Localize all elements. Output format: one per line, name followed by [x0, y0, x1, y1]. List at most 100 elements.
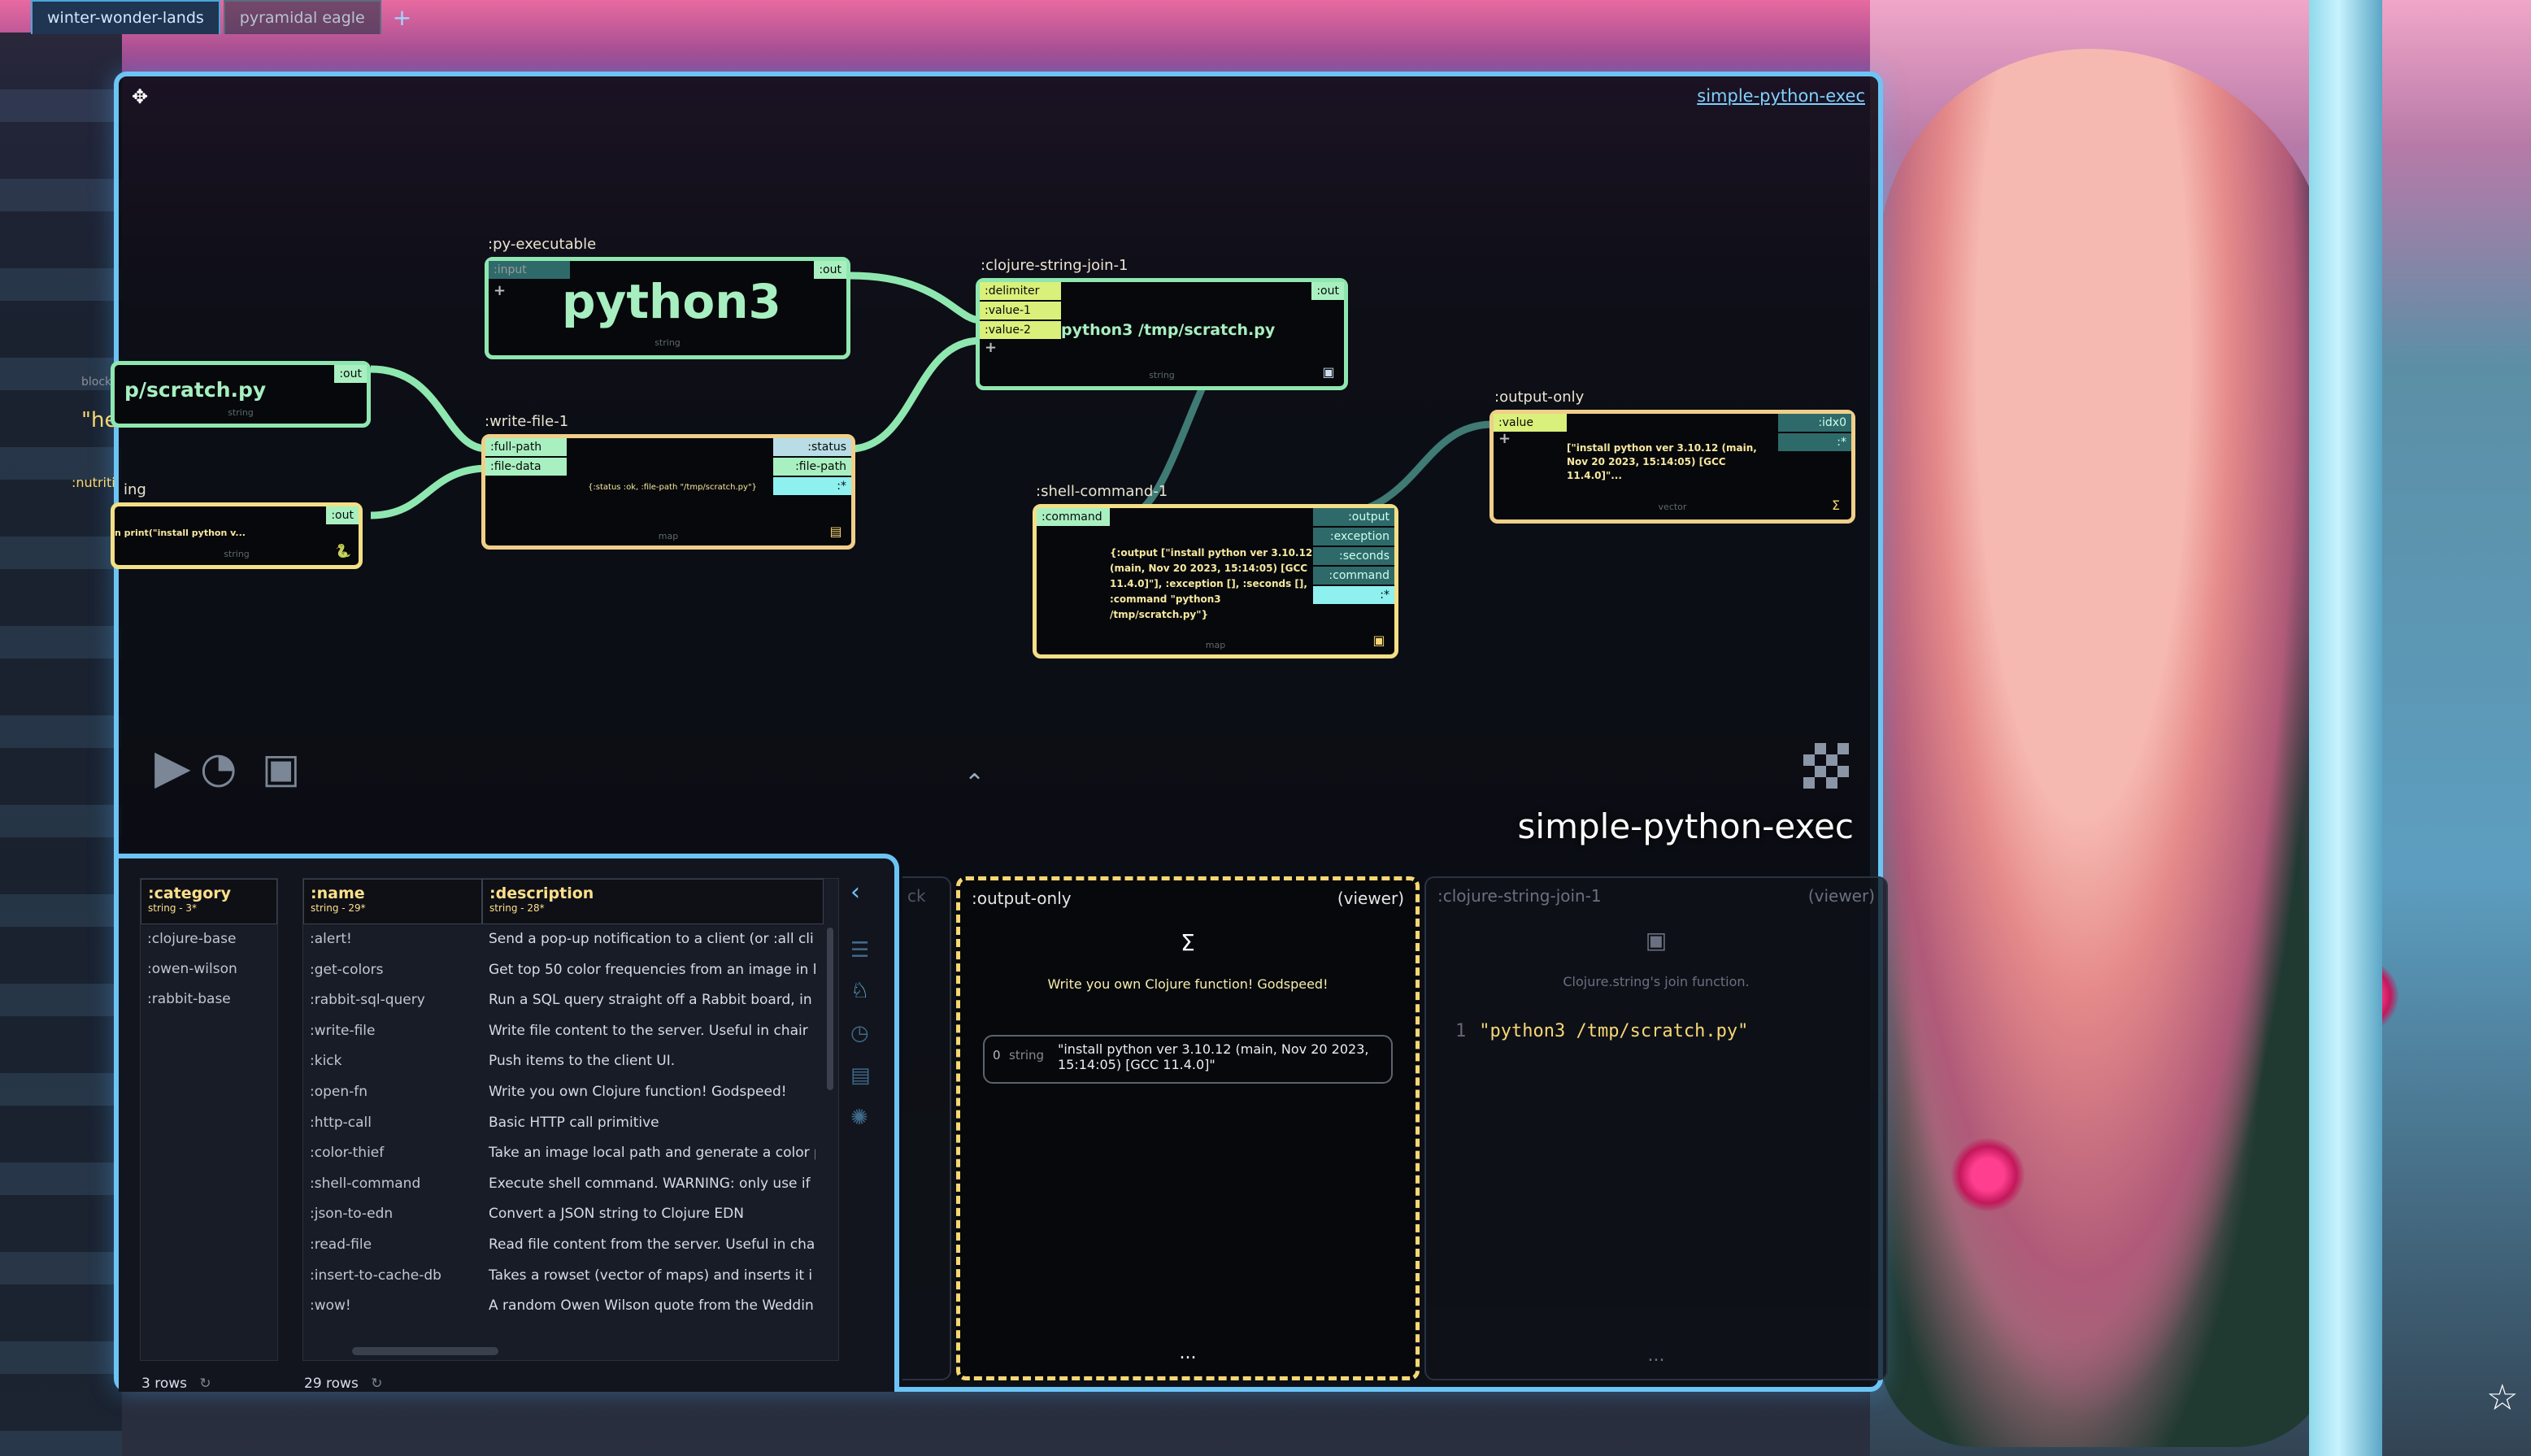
port-out[interactable]: :out — [326, 506, 359, 524]
list-icon[interactable]: ☰ — [850, 938, 869, 963]
chevron-left-icon[interactable]: ‹ — [850, 878, 860, 906]
port-out[interactable]: :output — [1313, 508, 1394, 526]
table-row-description[interactable]: Take an image local path and generate a … — [482, 1138, 815, 1168]
horizontal-scrollbar[interactable] — [352, 1347, 498, 1355]
port-in[interactable]: :value — [1494, 414, 1567, 432]
port-out[interactable]: :* — [1778, 433, 1851, 451]
port-in[interactable]: :value-1 — [980, 302, 1061, 319]
grid-icon[interactable] — [1803, 743, 1849, 789]
port-out[interactable]: :command — [1313, 567, 1394, 585]
save-icon[interactable]: ▣ — [262, 745, 300, 792]
port-in[interactable]: :delimiter — [980, 282, 1061, 300]
table-row-name[interactable]: :http-call — [303, 1108, 482, 1138]
table-header[interactable]: :name string - 29* — [303, 879, 482, 924]
table-row-description[interactable]: Execute shell command. WARNING: only use… — [482, 1169, 815, 1199]
table-row-name[interactable]: :kick — [303, 1046, 482, 1076]
table-row-description[interactable]: Write you own Clojure function! Godspeed… — [482, 1077, 815, 1107]
table-row-description[interactable]: Takes a rowset (vector of maps) and inse… — [482, 1261, 815, 1291]
terminal-icon: ▣ — [1372, 632, 1385, 648]
table-icon[interactable]: ▤ — [850, 1063, 871, 1088]
port-out[interactable]: :seconds — [1313, 547, 1394, 565]
port-out[interactable]: :out — [1311, 282, 1344, 300]
port-in[interactable]: :command — [1037, 508, 1110, 526]
table-row-name[interactable]: :alert! — [303, 924, 482, 954]
port-in[interactable]: :input — [489, 261, 570, 279]
vertical-scrollbar[interactable] — [827, 928, 833, 1090]
chevron-up-icon[interactable]: ⌃ — [964, 769, 985, 798]
node-scratch[interactable]: :out p/scratch.py string — [111, 361, 371, 428]
clock-icon[interactable]: ◷ — [850, 1021, 869, 1045]
port-out[interactable]: :status — [773, 438, 851, 456]
table-row-description[interactable]: Convert a JSON string to Clojure EDN — [482, 1199, 815, 1229]
node-nutrit[interactable]: :out n print("install python v... string… — [111, 502, 363, 569]
table-row-name[interactable]: :shell-command — [303, 1169, 482, 1199]
play-icon[interactable]: ▶ — [154, 743, 191, 790]
viewer-more[interactable]: ... — [1426, 1345, 1886, 1366]
table-row-name[interactable]: :insert-to-cache-db — [303, 1261, 482, 1291]
table-header[interactable]: :category string - 3* — [141, 879, 277, 924]
port-in[interactable]: :value-2 — [980, 321, 1061, 339]
table-row-description[interactable]: Get top 50 color frequencies from an ima… — [482, 955, 815, 985]
node-shell-command[interactable]: :command :output :exception :seconds :co… — [1033, 504, 1398, 658]
table-row-name[interactable]: :get-colors — [303, 955, 482, 985]
node-output-only[interactable]: :value :idx0 :* + ["install python ver 3… — [1489, 410, 1855, 524]
ghost-label: :nutriti — [72, 475, 115, 490]
port-out[interactable]: :file-path — [773, 458, 851, 476]
viewer-clojure-string-join[interactable]: :clojure-string-join-1 (viewer) ▣ Clojur… — [1424, 876, 1888, 1380]
port-out[interactable]: :out — [814, 261, 846, 279]
add-tab-button[interactable]: + — [385, 0, 420, 34]
tab-winter-wonder-lands[interactable]: winter-wonder-lands — [31, 0, 220, 34]
add-port-button[interactable]: + — [1498, 432, 1511, 446]
table-row-name[interactable]: :open-fn — [303, 1077, 482, 1107]
table-row-description[interactable]: Write file content to the server. Useful… — [482, 1016, 815, 1046]
table-row-description[interactable]: Basic HTTP call primitive — [482, 1108, 815, 1138]
rabbit-icon[interactable]: ♘ — [850, 979, 869, 1003]
node-write-file[interactable]: :full-path :file-data :status :file-path… — [481, 434, 855, 550]
table-row[interactable]: :owen-wilson — [141, 954, 277, 984]
node-value: n print("install python v... — [115, 528, 246, 538]
table-row-description[interactable]: Run a SQL query straight off a Rabbit bo… — [482, 985, 815, 1015]
table-row-name[interactable]: :write-file — [303, 1016, 482, 1046]
node-label: :write-file-1 — [485, 413, 569, 430]
table-row-description[interactable]: Send a pop-up notification to a client (… — [482, 924, 815, 954]
flow-canvas[interactable]: block- "he :nutriti ing :out p/scratch.p… — [72, 76, 1878, 849]
viewer-more[interactable]: ... — [960, 1343, 1416, 1363]
refresh-icon[interactable]: ↻ — [199, 1376, 211, 1392]
add-port-button[interactable]: + — [985, 341, 997, 355]
table-row-description[interactable]: Read file content from the server. Usefu… — [482, 1230, 815, 1260]
node-value: python3 /tmp/scratch.py — [1061, 321, 1276, 339]
bug-icon[interactable]: ✺ — [850, 1106, 868, 1130]
table-row[interactable]: :clojure-base — [141, 924, 277, 954]
viewer-value-box[interactable]: 0 string "install python ver 3.10.12 (ma… — [983, 1035, 1393, 1084]
add-port-button[interactable]: + — [494, 284, 506, 298]
table-row-name[interactable]: :wow! — [303, 1291, 482, 1321]
wire-nutrit-to-write-file — [370, 464, 489, 519]
history-icon[interactable]: ◔ — [200, 745, 237, 792]
port-out[interactable]: :idx0 — [1778, 414, 1851, 432]
table-row[interactable]: :rabbit-base — [141, 984, 277, 1015]
file-icon: ▣ — [1645, 927, 1668, 954]
table-row-description[interactable]: A random Owen Wilson quote from the Wedd… — [482, 1291, 815, 1321]
viewer-output-only[interactable]: :output-only (viewer) Σ Write you own Cl… — [956, 876, 1420, 1380]
table-row-name[interactable]: :rabbit-sql-query — [303, 985, 482, 1015]
node-clojure-string-join[interactable]: :delimiter :value-1 :value-2 :out + pyth… — [976, 278, 1348, 390]
node-value: {:status :ok, :file-path "/tmp/scratch.p… — [588, 483, 757, 492]
node-py-executable[interactable]: :input :out + python3 string — [485, 257, 850, 359]
table-row-name[interactable]: :json-to-edn — [303, 1199, 482, 1229]
star-icon[interactable]: ☆ — [2486, 1377, 2518, 1419]
port-out[interactable]: :* — [1313, 586, 1394, 604]
port-in[interactable]: :full-path — [485, 438, 567, 456]
port-in[interactable]: :file-data — [485, 458, 567, 476]
tab-pyramidal-eagle[interactable]: pyramidal eagle — [223, 0, 381, 34]
table-header[interactable]: :description string - 28* — [482, 879, 824, 924]
port-out[interactable]: :* — [773, 477, 851, 495]
node-type: vector — [1658, 502, 1687, 512]
table-row-description[interactable]: Push items to the client UI. — [482, 1046, 815, 1076]
sigma-icon: Σ — [1181, 929, 1195, 956]
refresh-icon[interactable]: ↻ — [371, 1376, 382, 1392]
table-row-name[interactable]: :color-thief — [303, 1138, 482, 1168]
port-out[interactable]: :exception — [1313, 528, 1394, 545]
port-out[interactable]: :out — [334, 365, 367, 383]
file-icon: ▣ — [1322, 364, 1335, 380]
table-row-name[interactable]: :read-file — [303, 1230, 482, 1260]
